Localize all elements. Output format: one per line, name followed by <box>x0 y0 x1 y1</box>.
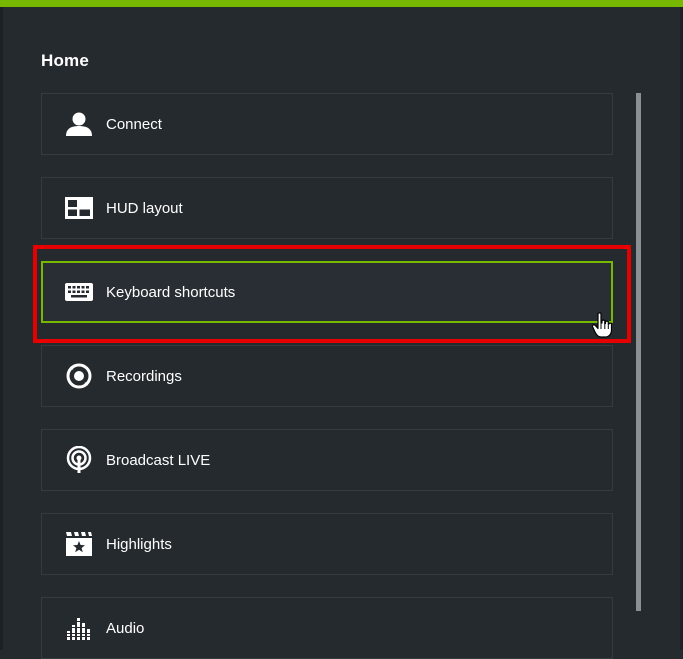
person-icon <box>64 109 94 139</box>
broadcast-icon <box>64 445 94 475</box>
highlights-icon <box>64 529 94 559</box>
menu-item-label: Recordings <box>106 367 182 385</box>
menu-item-highlights[interactable]: Highlights <box>41 513 613 575</box>
page-title: Home <box>41 51 90 70</box>
menu-item-label: Audio <box>106 619 145 637</box>
hud-layout-icon <box>64 193 94 223</box>
menu-item-label: Highlights <box>106 535 172 553</box>
menu-item-broadcast-live[interactable]: Broadcast LIVE <box>41 429 613 491</box>
menu-item-label: Keyboard shortcuts <box>106 283 236 301</box>
menu-item-connect[interactable]: Connect <box>41 93 613 155</box>
menu-item-label: Connect <box>106 115 162 133</box>
menu-item-label: Broadcast LIVE <box>106 451 211 469</box>
menu-item-keyboard-shortcuts[interactable]: Keyboard shortcuts <box>41 261 613 323</box>
top-accent-bar <box>0 0 683 7</box>
menu-item-recordings[interactable]: Recordings <box>41 345 613 407</box>
keyboard-icon <box>64 277 94 307</box>
audio-icon <box>64 613 94 643</box>
hand-cursor-icon <box>591 312 613 338</box>
menu-item-label: HUD layout <box>106 199 183 217</box>
left-window-edge <box>0 7 3 650</box>
recordings-icon <box>64 361 94 391</box>
menu-item-hud-layout[interactable]: HUD layout <box>41 177 613 239</box>
scrollbar-thumb[interactable] <box>636 93 641 611</box>
